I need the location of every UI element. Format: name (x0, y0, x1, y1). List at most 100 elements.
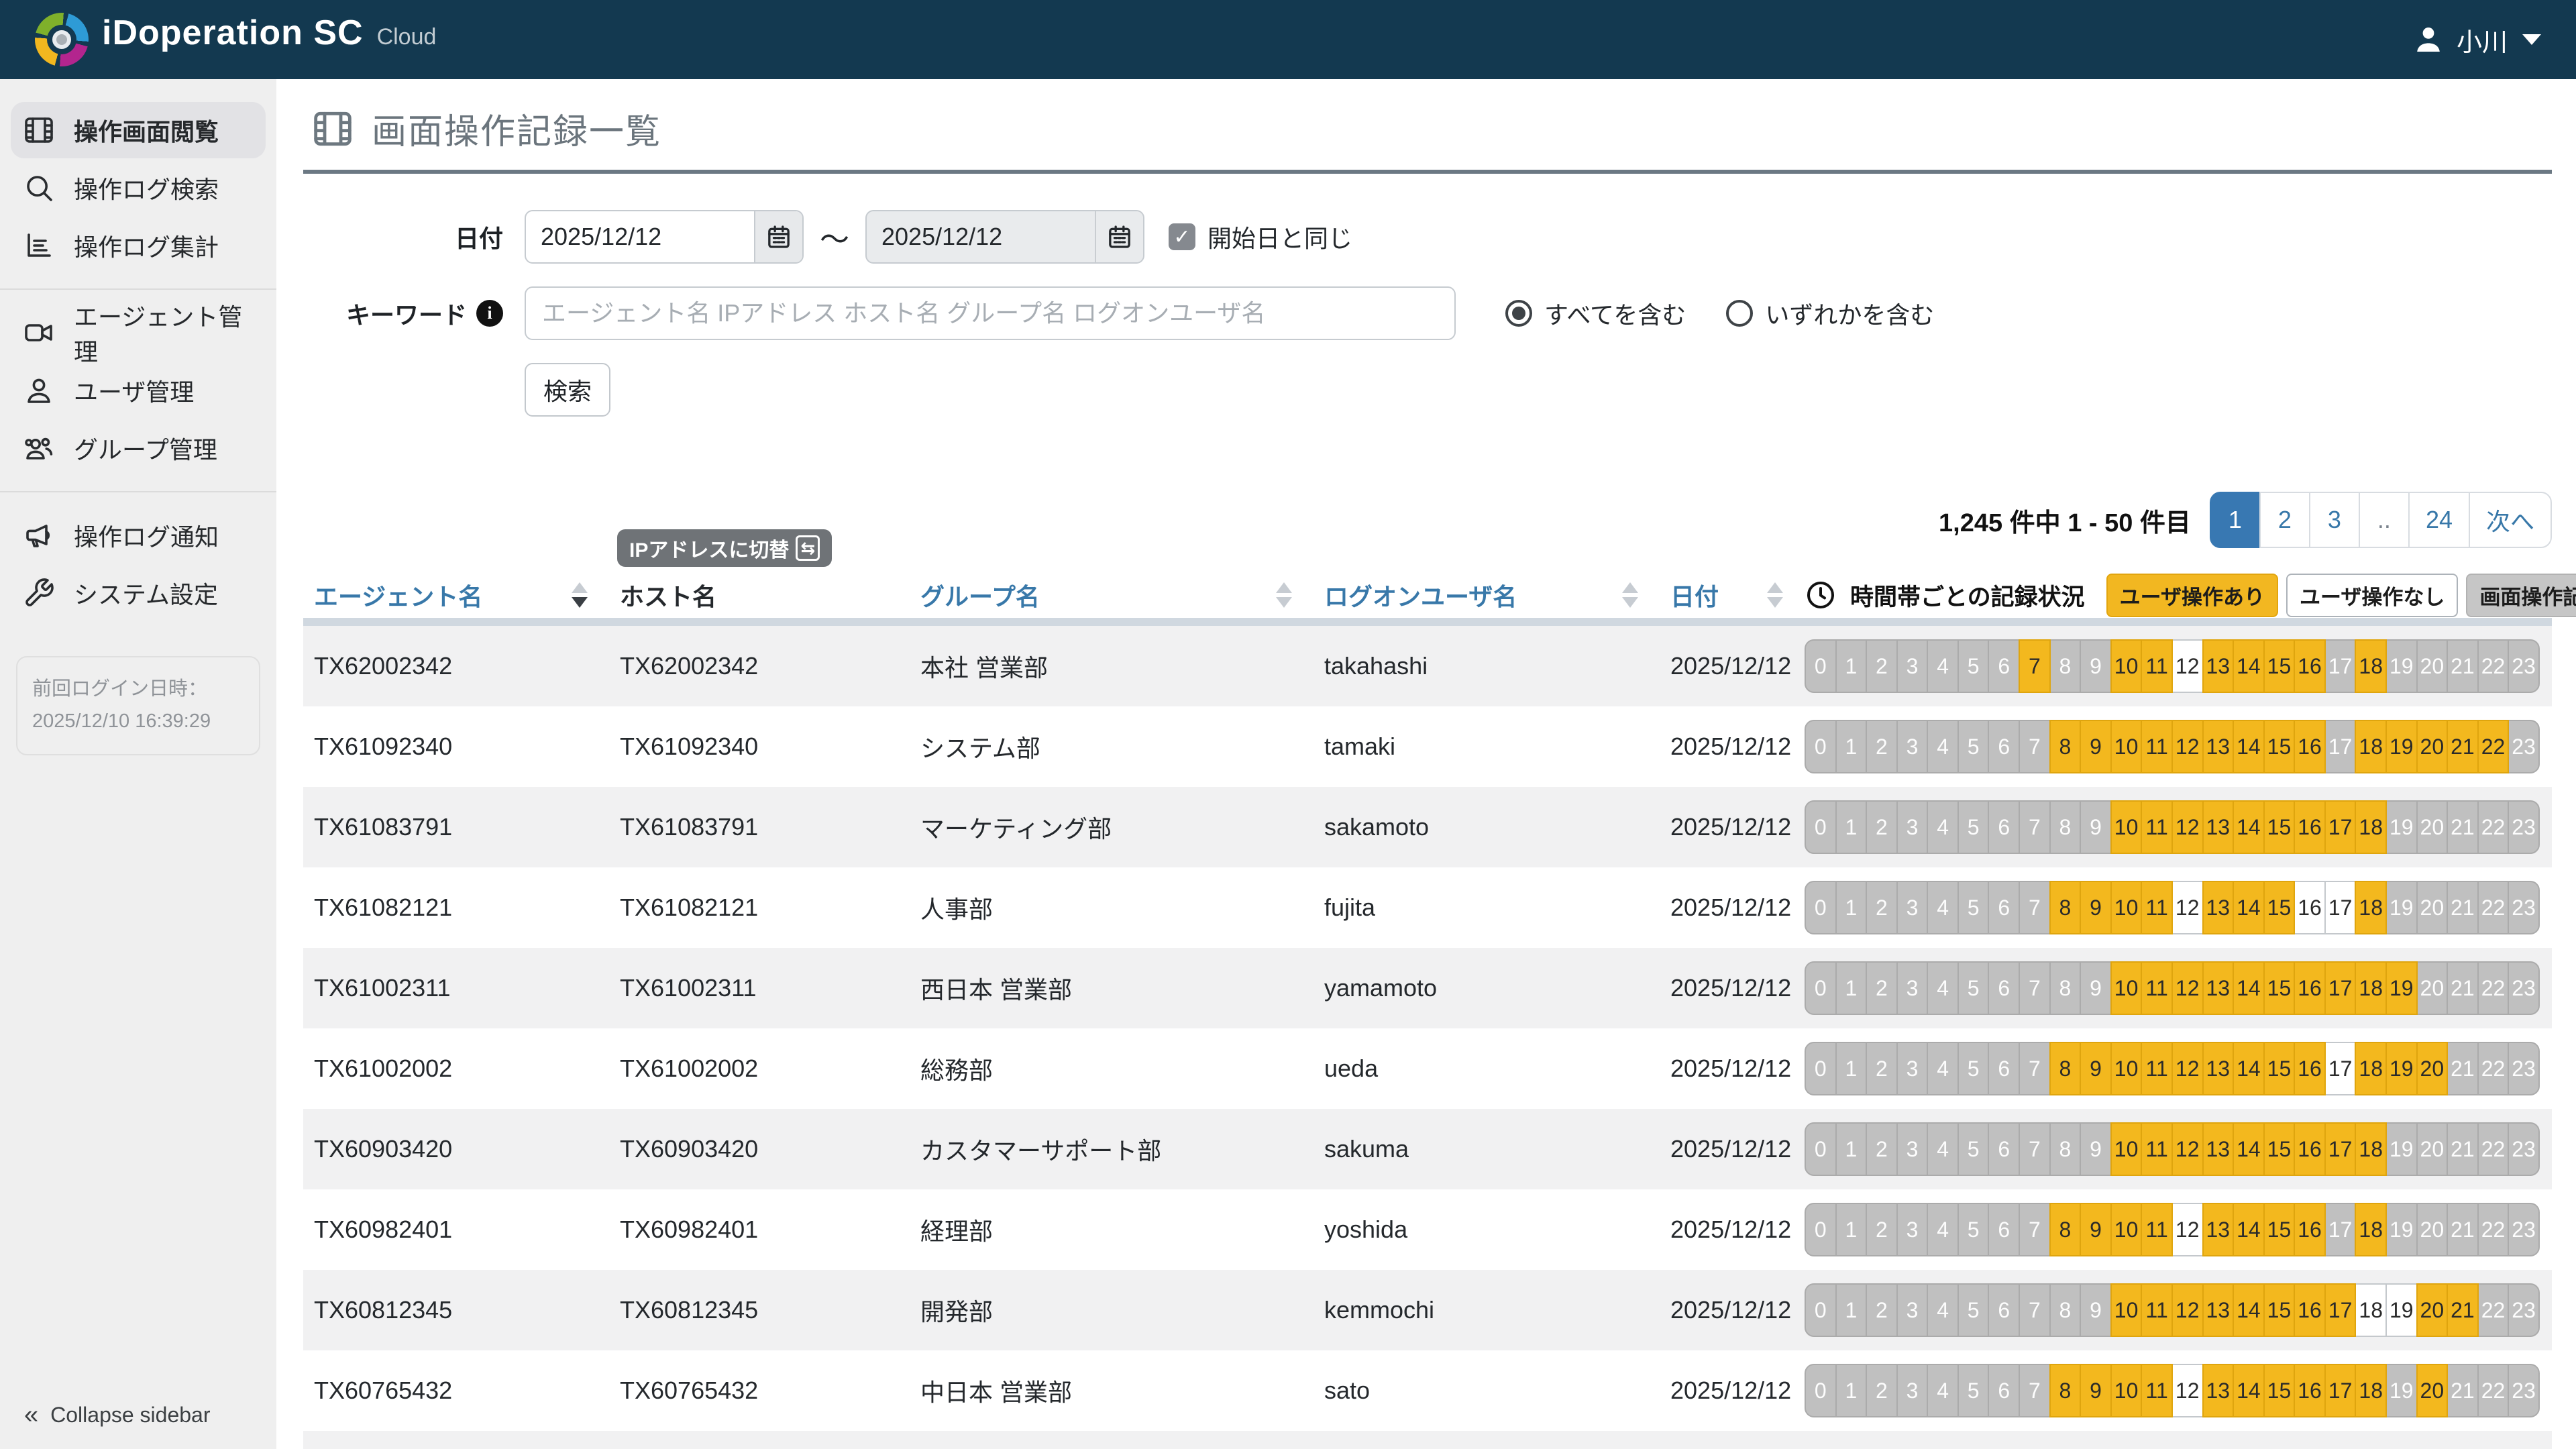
hour-cell[interactable]: 22 (2477, 720, 2510, 773)
hour-cell[interactable]: 14 (2233, 1042, 2265, 1095)
hour-cell[interactable]: 1 (1835, 1042, 1868, 1095)
hour-cell[interactable]: 23 (2508, 961, 2540, 1015)
hour-cell[interactable]: 3 (1896, 881, 1929, 934)
hour-cell[interactable]: 5 (1957, 1122, 1990, 1176)
hour-cell[interactable]: 23 (2508, 720, 2540, 773)
hour-cell[interactable]: 11 (2141, 881, 2173, 934)
switch-to-ip-button[interactable]: IPアドレスに切替 ⇆ (617, 529, 832, 567)
hour-cell[interactable]: 20 (2416, 1122, 2449, 1176)
hour-cell[interactable]: 21 (2447, 639, 2479, 693)
hour-cell[interactable]: 6 (1988, 1283, 2020, 1337)
hour-cell[interactable]: 15 (2263, 1283, 2296, 1337)
date-from-calendar-button[interactable] (754, 211, 802, 262)
hour-cell[interactable]: 13 (2202, 1364, 2235, 1417)
hour-cell[interactable]: 19 (2385, 1122, 2418, 1176)
hour-cell[interactable]: 8 (2049, 639, 2082, 693)
hour-cell[interactable]: 13 (2202, 961, 2235, 1015)
hour-cell[interactable]: 12 (2171, 1203, 2204, 1256)
hour-cell[interactable]: 9 (2080, 1283, 2112, 1337)
hour-cell[interactable]: 17 (2324, 1364, 2357, 1417)
hour-cell[interactable]: 19 (2385, 961, 2418, 1015)
hour-cell[interactable]: 17 (2324, 1042, 2357, 1095)
hour-cell[interactable]: 15 (2263, 1042, 2296, 1095)
hour-cell[interactable]: 22 (2477, 1042, 2510, 1095)
search-button[interactable]: 検索 (525, 363, 610, 417)
hour-cell[interactable]: 22 (2477, 639, 2510, 693)
hour-cell[interactable]: 22 (2477, 961, 2510, 1015)
hour-cell[interactable]: 21 (2447, 800, 2479, 854)
hour-cell[interactable]: 18 (2355, 1122, 2387, 1176)
hour-cell[interactable]: 3 (1896, 720, 1929, 773)
hour-cell[interactable]: 15 (2263, 961, 2296, 1015)
pagination-button[interactable]: .. (2359, 492, 2410, 548)
hour-cell[interactable]: 3 (1896, 1283, 1929, 1337)
hour-cell[interactable]: 6 (1988, 961, 2020, 1015)
hour-cell[interactable]: 19 (2385, 881, 2418, 934)
hour-cell[interactable]: 1 (1835, 961, 1868, 1015)
hour-cell[interactable]: 8 (2049, 1042, 2082, 1095)
hour-cell[interactable]: 4 (1927, 881, 1959, 934)
hour-cell[interactable]: 19 (2385, 1364, 2418, 1417)
sidebar-item-film[interactable]: 操作画面閲覧 (11, 102, 266, 158)
hour-cell[interactable]: 9 (2080, 1042, 2112, 1095)
hour-cell[interactable]: 17 (2324, 1203, 2357, 1256)
hour-cell[interactable]: 18 (2355, 1042, 2387, 1095)
hour-cell[interactable]: 16 (2294, 1203, 2326, 1256)
hour-cell[interactable]: 12 (2171, 720, 2204, 773)
hour-cell[interactable]: 2 (1866, 1042, 1898, 1095)
sidebar-item-wrench[interactable]: システム設定 (11, 565, 266, 621)
same-day-checkbox[interactable]: ✓ 開始日と同じ (1169, 219, 1352, 254)
hour-cell[interactable]: 7 (2019, 1042, 2051, 1095)
hour-cell[interactable]: 14 (2233, 1203, 2265, 1256)
hour-cell[interactable]: 3 (1896, 961, 1929, 1015)
hour-cell[interactable]: 23 (2508, 1283, 2540, 1337)
hour-cell[interactable]: 23 (2508, 1364, 2540, 1417)
hour-cell[interactable]: 7 (2019, 881, 2051, 934)
hour-cell[interactable]: 16 (2294, 1122, 2326, 1176)
hour-cell[interactable]: 21 (2447, 1283, 2479, 1337)
hour-cell[interactable]: 23 (2508, 881, 2540, 934)
hour-cell[interactable]: 1 (1835, 881, 1868, 934)
hour-cell[interactable]: 6 (1988, 720, 2020, 773)
hour-cell[interactable]: 2 (1866, 961, 1898, 1015)
hour-cell[interactable]: 13 (2202, 1203, 2235, 1256)
hour-cell[interactable]: 6 (1988, 639, 2020, 693)
hour-cell[interactable]: 8 (2049, 961, 2082, 1015)
hour-cell[interactable]: 22 (2477, 1364, 2510, 1417)
hour-cell[interactable]: 2 (1866, 1364, 1898, 1417)
hour-cell[interactable]: 11 (2141, 639, 2173, 693)
hour-cell[interactable]: 21 (2447, 881, 2479, 934)
hour-cell[interactable]: 16 (2294, 961, 2326, 1015)
hour-cell[interactable]: 15 (2263, 1364, 2296, 1417)
table-row[interactable]: TX60765432 TX60765432 中日本 営業部 sato 2025/… (303, 1350, 2552, 1431)
collapse-sidebar-button[interactable]: « Collapse sidebar (24, 1402, 211, 1428)
match-any-radio[interactable]: いずれかを含む (1726, 296, 1934, 331)
hour-cell[interactable]: 4 (1927, 720, 1959, 773)
hour-cell[interactable]: 8 (2049, 720, 2082, 773)
hour-cell[interactable]: 10 (2110, 1364, 2143, 1417)
hour-cell[interactable]: 20 (2416, 720, 2449, 773)
sort-arrows-logon[interactable] (1622, 582, 1638, 608)
hour-cell[interactable]: 13 (2202, 1042, 2235, 1095)
hour-cell[interactable]: 19 (2385, 1283, 2418, 1337)
hour-cell[interactable]: 3 (1896, 639, 1929, 693)
hour-cell[interactable]: 23 (2508, 800, 2540, 854)
hour-cell[interactable]: 15 (2263, 639, 2296, 693)
hour-cell[interactable]: 8 (2049, 1283, 2082, 1337)
hour-cell[interactable]: 0 (1805, 1283, 1837, 1337)
hour-cell[interactable]: 20 (2416, 1203, 2449, 1256)
hour-cell[interactable]: 13 (2202, 1283, 2235, 1337)
hour-cell[interactable]: 22 (2477, 881, 2510, 934)
hour-cell[interactable]: 7 (2019, 800, 2051, 854)
hour-cell[interactable]: 15 (2263, 720, 2296, 773)
hour-cell[interactable]: 10 (2110, 961, 2143, 1015)
hour-cell[interactable]: 5 (1957, 639, 1990, 693)
hour-cell[interactable]: 12 (2171, 961, 2204, 1015)
hour-cell[interactable]: 5 (1957, 800, 1990, 854)
info-icon[interactable]: i (476, 300, 503, 327)
hour-cell[interactable]: 14 (2233, 720, 2265, 773)
hour-cell[interactable]: 2 (1866, 881, 1898, 934)
sidebar-item-user[interactable]: ユーザ管理 (11, 362, 266, 419)
hour-cell[interactable]: 20 (2416, 1042, 2449, 1095)
hour-cell[interactable]: 17 (2324, 881, 2357, 934)
